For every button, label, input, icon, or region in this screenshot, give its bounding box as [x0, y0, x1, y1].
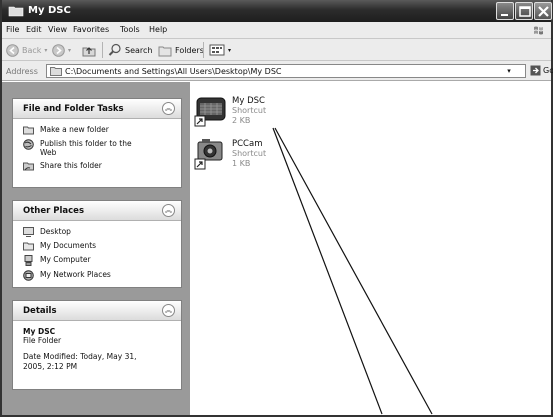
file-folder-tasks-panel: File and Folder Tasks ︽ Make a new folde…	[12, 98, 182, 188]
folders-icon	[158, 46, 172, 56]
collapse-chevron-icon[interactable]: ︽	[162, 204, 175, 217]
task-label: Share this folder	[40, 161, 102, 170]
file-name: My DSC	[232, 96, 265, 106]
menu-edit[interactable]: Edit	[26, 25, 42, 34]
address-bar: Address C:\Documents and Settings\All Us…	[2, 61, 553, 81]
place-desktop[interactable]: Desktop	[23, 227, 173, 237]
details-date-modified: Date Modified: Today, May 31, 2005, 2:12…	[23, 352, 137, 371]
details-panel: Details ︽ My DSC File Folder Date Modifi…	[12, 300, 182, 390]
menu-view[interactable]: View	[48, 25, 67, 34]
place-label: My Computer	[40, 255, 91, 264]
globe-icon	[23, 139, 34, 150]
minimize-icon	[501, 14, 508, 16]
place-my-documents[interactable]: My Documents	[23, 241, 173, 251]
go-arrow-icon	[530, 65, 541, 76]
address-input[interactable]: C:\Documents and Settings\All Users\Desk…	[46, 64, 526, 78]
documents-folder-icon	[23, 242, 34, 251]
panel-header[interactable]: Details ︽	[13, 301, 181, 321]
windows-logo-icon	[534, 26, 543, 35]
other-places-panel: Other Places ︽ Desktop My Documents My C…	[12, 200, 182, 288]
back-label: Back	[22, 45, 42, 55]
details-item-type: File Folder	[23, 336, 62, 345]
camera-shortcut-icon	[194, 94, 228, 128]
search-button[interactable]: Search	[108, 43, 152, 57]
views-button[interactable]: ▾	[209, 43, 231, 57]
new-folder-icon	[23, 126, 34, 135]
chevron-down-icon: ▾	[68, 46, 72, 54]
place-my-computer[interactable]: My Computer	[23, 255, 173, 266]
desktop-icon	[23, 227, 34, 237]
forward-arrow-icon	[52, 43, 65, 57]
forward-button[interactable]: ▾	[52, 43, 71, 57]
menu-help[interactable]: Help	[149, 25, 167, 34]
file-item-pccam[interactable]: PCCam Shortcut 1 KB	[194, 137, 266, 171]
go-label: Go	[543, 66, 553, 75]
toolbar-separator	[203, 42, 204, 58]
go-button[interactable]: Go	[530, 65, 553, 76]
folders-button[interactable]: Folders	[158, 43, 204, 57]
up-folder-button[interactable]	[82, 43, 96, 57]
close-button[interactable]	[534, 2, 552, 20]
menu-favorites[interactable]: Favorites	[73, 25, 109, 34]
file-size: 1 KB	[232, 159, 251, 168]
folder-icon	[8, 6, 24, 17]
views-icon	[209, 44, 225, 56]
minimize-button[interactable]	[496, 2, 514, 20]
address-dropdown-button[interactable]: ▾	[504, 65, 514, 77]
maximize-button[interactable]	[515, 2, 533, 20]
panel-header[interactable]: File and Folder Tasks ︽	[13, 99, 181, 119]
back-arrow-icon	[6, 43, 19, 57]
menu-bar: File Edit View Favorites Tools Help	[2, 22, 551, 39]
file-size: 2 KB	[232, 116, 251, 125]
collapse-chevron-icon[interactable]: ︽	[162, 102, 175, 115]
file-name: PCCam	[232, 139, 263, 149]
panel-title: Details	[23, 306, 57, 316]
explorer-window: My DSC File Edit View Favorites Tools He…	[0, 0, 553, 417]
network-icon	[23, 270, 34, 281]
toolbar: Back ▾ ▾ Search Folders ▾	[2, 39, 551, 61]
task-publish-web[interactable]: Publish this folder to the Web	[23, 139, 173, 157]
folders-label: Folders	[175, 45, 204, 55]
toolbar-separator	[102, 42, 103, 58]
task-make-new-folder[interactable]: Make a new folder	[23, 125, 173, 135]
address-path: C:\Documents and Settings\All Users\Desk…	[65, 66, 282, 76]
maximize-icon	[519, 6, 531, 17]
menu-file[interactable]: File	[6, 25, 19, 34]
search-icon	[108, 43, 121, 56]
file-list: My DSC Shortcut 2 KB PCCam Shortcut 1 KB	[190, 82, 551, 415]
task-label: Publish this folder to the Web	[40, 139, 132, 157]
computer-icon	[24, 255, 33, 266]
close-icon	[538, 6, 549, 17]
webcam-shortcut-icon	[194, 137, 228, 171]
panel-header[interactable]: Other Places ︽	[13, 201, 181, 221]
chevron-down-icon: ▾	[44, 46, 48, 54]
share-folder-icon	[23, 162, 34, 171]
place-my-network-places[interactable]: My Network Places	[23, 270, 173, 281]
place-label: My Network Places	[40, 270, 111, 279]
chevron-down-icon: ▾	[228, 46, 232, 54]
task-label: Make a new folder	[40, 125, 109, 134]
address-label: Address	[6, 67, 38, 76]
window-title: My DSC	[28, 5, 71, 16]
task-share-folder[interactable]: Share this folder	[23, 161, 173, 171]
panel-title: File and Folder Tasks	[23, 104, 124, 114]
file-type: Shortcut	[232, 149, 267, 158]
place-label: My Documents	[40, 241, 97, 250]
task-pane: File and Folder Tasks ︽ Make a new folde…	[2, 82, 190, 415]
panel-title: Other Places	[23, 206, 84, 216]
search-label: Search	[125, 45, 153, 55]
file-item-my-dsc[interactable]: My DSC Shortcut 2 KB	[194, 94, 266, 128]
collapse-chevron-icon[interactable]: ︽	[162, 304, 175, 317]
folder-up-icon	[82, 46, 96, 56]
title-bar[interactable]: My DSC	[2, 0, 552, 22]
details-item-name: My DSC	[23, 327, 56, 336]
back-button[interactable]: Back ▾	[6, 43, 47, 57]
folder-icon	[50, 67, 62, 76]
file-type: Shortcut	[232, 106, 267, 115]
chevron-down-icon: ▾	[507, 67, 511, 75]
menu-tools[interactable]: Tools	[120, 25, 140, 34]
place-label: Desktop	[40, 227, 71, 236]
